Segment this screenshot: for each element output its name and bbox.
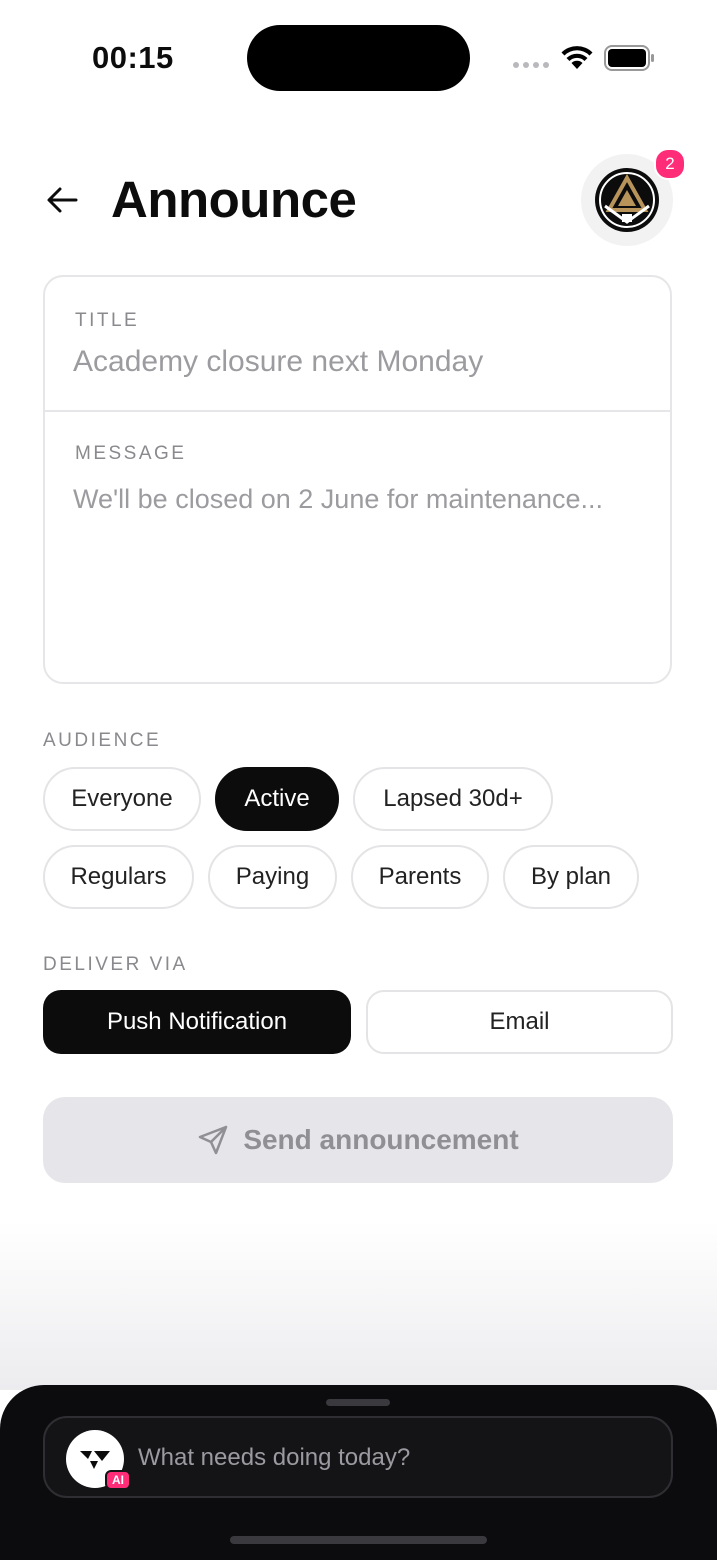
arrow-left-icon xyxy=(47,187,78,213)
audience-chip-lapsed[interactable]: Lapsed 30d+ xyxy=(353,767,553,831)
assistant-input-box[interactable]: AI xyxy=(43,1416,673,1498)
sheet-drag-handle[interactable] xyxy=(326,1399,390,1406)
cellular-signal-icon xyxy=(513,62,549,68)
audience-chip-parents[interactable]: Parents xyxy=(351,845,489,909)
deliver-via-label: DELIVER VIA xyxy=(43,954,188,975)
send-icon xyxy=(199,1125,228,1155)
ai-badge: AI xyxy=(105,1470,131,1490)
audience-chip-everyone[interactable]: Everyone xyxy=(43,767,201,831)
message-input[interactable] xyxy=(73,481,648,631)
field-divider xyxy=(45,410,670,412)
notification-badge: 2 xyxy=(654,148,686,180)
send-button-label: Send announcement xyxy=(243,1124,519,1155)
academy-logo-icon xyxy=(595,168,659,232)
home-indicator xyxy=(230,1536,487,1544)
back-button[interactable] xyxy=(42,180,82,220)
audience-chip-regulars[interactable]: Regulars xyxy=(43,845,194,909)
bottom-fade xyxy=(0,1220,717,1390)
audience-chip-paying[interactable]: Paying xyxy=(208,845,337,909)
send-announcement-button[interactable]: Send announcement xyxy=(43,1097,673,1183)
deliver-push-button[interactable]: Push Notification xyxy=(43,990,351,1054)
audience-chip-active[interactable]: Active xyxy=(215,767,339,831)
wifi-icon xyxy=(561,46,593,69)
audience-chip-by-plan[interactable]: By plan xyxy=(503,845,639,909)
assistant-sheet: AI xyxy=(0,1385,717,1560)
audience-label: AUDIENCE xyxy=(43,730,162,751)
dynamic-island xyxy=(247,25,470,91)
page-title: Announce xyxy=(111,171,357,228)
title-label: TITLE xyxy=(75,310,140,331)
announcement-form: TITLE MESSAGE xyxy=(43,275,672,684)
battery-icon xyxy=(604,45,654,71)
title-input[interactable] xyxy=(73,341,643,383)
deliver-email-button[interactable]: Email xyxy=(366,990,673,1054)
status-time: 00:15 xyxy=(92,40,174,75)
assistant-input[interactable] xyxy=(138,1440,638,1476)
message-label: MESSAGE xyxy=(75,443,187,464)
